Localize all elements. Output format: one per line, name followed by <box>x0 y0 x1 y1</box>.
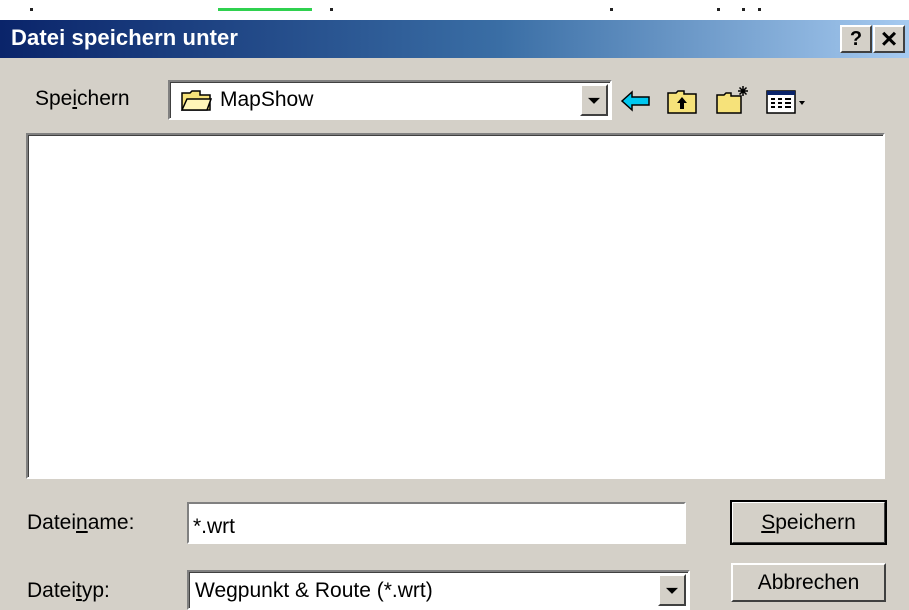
cancel-button[interactable]: Abbrechen <box>731 563 886 602</box>
view-menu-icon[interactable] <box>764 84 812 118</box>
filetype-combobox[interactable]: Wegpunkt & Route (*.wrt) <box>187 570 690 610</box>
help-icon: ? <box>849 27 863 50</box>
filetype-dropdown-button[interactable] <box>658 574 686 606</box>
current-folder-name: MapShow <box>220 88 314 111</box>
close-button[interactable]: × <box>873 25 905 53</box>
save-as-dialog: Datei speichern unter ? × Speichern MapS… <box>0 20 909 610</box>
save-button[interactable]: Speichern <box>730 500 887 545</box>
new-folder-icon[interactable] <box>714 84 750 118</box>
help-button[interactable]: ? <box>840 25 872 53</box>
filetype-label: Dateityp: <box>27 579 110 602</box>
up-folder-icon[interactable] <box>664 84 700 118</box>
background-window-strip <box>0 0 909 20</box>
filename-label: Dateiname: <box>27 511 135 534</box>
save-in-label: Speichern <box>35 87 130 110</box>
filetype-selected-value: Wegpunkt & Route (*.wrt) <box>195 579 433 602</box>
save-in-dropdown-button[interactable] <box>580 84 608 116</box>
title-bar: Datei speichern unter ? × <box>0 20 909 58</box>
filename-input[interactable] <box>187 502 686 544</box>
save-in-combobox[interactable]: MapShow <box>168 80 612 120</box>
back-arrow-icon[interactable] <box>618 84 654 118</box>
dialog-title: Datei speichern unter <box>11 25 239 50</box>
file-list[interactable] <box>26 133 885 479</box>
folder-icon <box>180 90 212 111</box>
close-icon: × <box>880 23 898 54</box>
